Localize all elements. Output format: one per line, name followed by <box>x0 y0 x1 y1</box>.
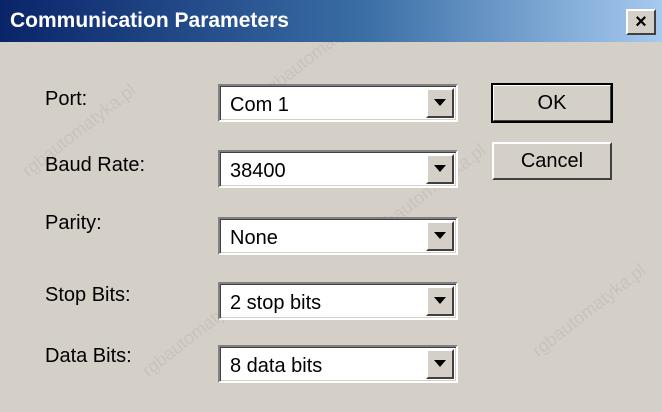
baud-rate-label: Baud Rate: <box>45 154 146 176</box>
stop-bits-dropdown-button[interactable] <box>426 286 454 316</box>
baud-rate-value: 38400 <box>230 160 286 182</box>
chevron-down-icon <box>434 232 446 239</box>
ok-button-label: OK <box>537 92 567 114</box>
chevron-down-icon <box>434 165 446 172</box>
close-button[interactable]: × <box>626 9 656 35</box>
data-bits-label: Data Bits: <box>45 345 132 367</box>
chevron-down-icon <box>434 360 446 367</box>
ok-button[interactable]: OK <box>491 83 613 123</box>
cancel-button-label: Cancel <box>520 150 584 172</box>
parity-select[interactable]: None <box>218 217 458 255</box>
port-dropdown-button[interactable] <box>426 88 454 118</box>
data-bits-value: 8 data bits <box>230 355 323 377</box>
chevron-down-icon <box>434 99 446 106</box>
window-title: Communication Parameters <box>10 9 289 32</box>
watermark-text: rgbautomatyka.pl <box>528 259 650 361</box>
chevron-down-icon <box>434 297 446 304</box>
data-bits-select[interactable]: 8 data bits <box>218 345 458 383</box>
port-value: Com 1 <box>230 94 289 116</box>
cancel-button[interactable]: Cancel <box>492 142 612 180</box>
baud-rate-select[interactable]: 38400 <box>218 150 458 188</box>
parity-label: Parity: <box>45 212 102 234</box>
parity-value: None <box>230 227 278 249</box>
port-label: Port: <box>45 88 88 110</box>
port-select[interactable]: Com 1 <box>218 84 458 122</box>
data-bits-dropdown-button[interactable] <box>426 349 454 379</box>
title-bar[interactable]: Communication Parameters × <box>0 0 662 42</box>
parity-dropdown-button[interactable] <box>426 221 454 251</box>
communication-parameters-dialog: rgbautomatyka.pl rgbautomatyka.pl rgbaut… <box>0 0 662 412</box>
stop-bits-label: Stop Bits: <box>45 284 131 306</box>
stop-bits-select[interactable]: 2 stop bits <box>218 282 458 320</box>
close-icon: × <box>635 11 647 33</box>
stop-bits-value: 2 stop bits <box>230 292 322 314</box>
baud-rate-dropdown-button[interactable] <box>426 154 454 184</box>
